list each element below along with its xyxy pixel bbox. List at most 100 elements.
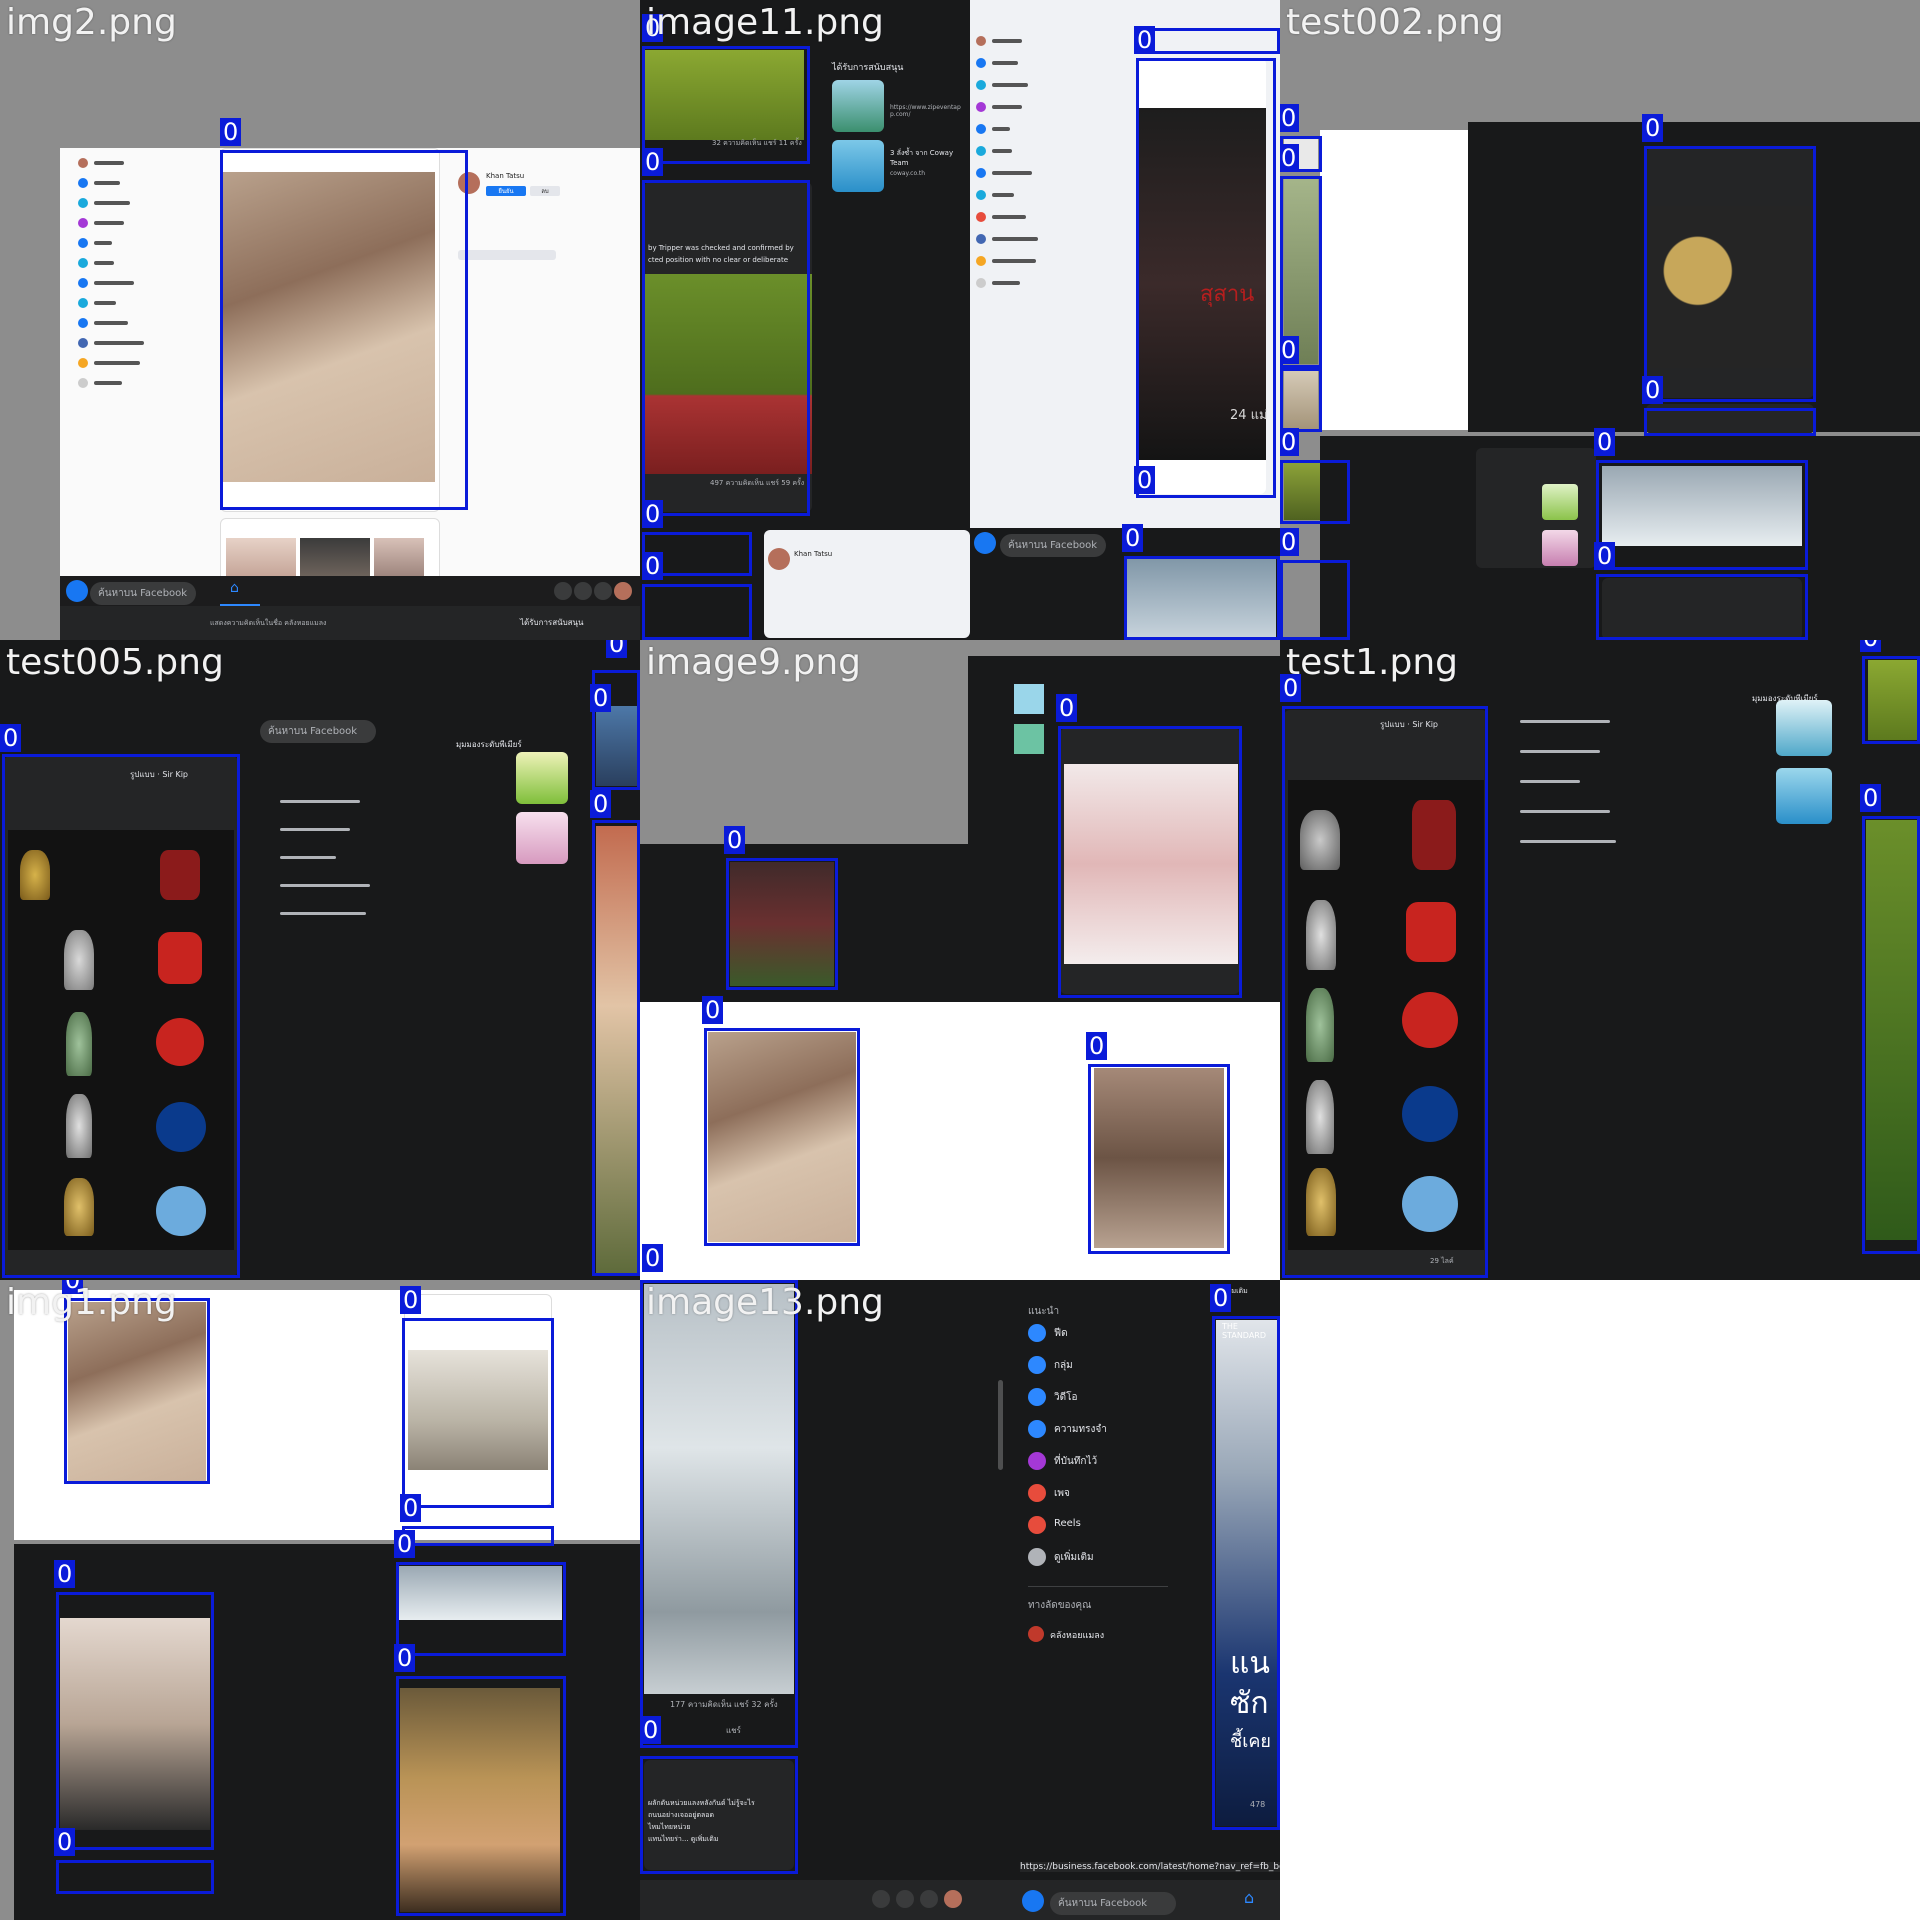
sidebar-item[interactable]: Reels (1028, 1516, 1178, 1536)
menu-item[interactable] (1520, 750, 1600, 753)
ad-image[interactable] (1776, 768, 1832, 824)
detection-box (1280, 460, 1350, 524)
sidebar-item[interactable]: เพจ (1028, 1484, 1178, 1504)
detection-box (402, 1526, 554, 1546)
sidebar-item-icon (1028, 1388, 1046, 1406)
dropdown[interactable] (458, 250, 556, 260)
detection-box (1136, 58, 1276, 498)
delete-button[interactable]: ลบ (530, 186, 560, 196)
sidebar-item-label: ที่บันทึกไว้ (1054, 1456, 1098, 1467)
menu-item[interactable] (280, 828, 350, 831)
menu-item[interactable] (280, 912, 366, 915)
detection-label: 0 (220, 118, 242, 146)
ad-image[interactable] (1542, 530, 1578, 566)
menu-item[interactable] (280, 856, 336, 859)
ad-image[interactable] (1014, 724, 1044, 754)
tile-test002: test002.png 0 0 0 0 0 0 0 0 0 (1280, 0, 1920, 640)
detection-box (1282, 706, 1488, 1278)
detection-label: 0 (590, 684, 612, 712)
sidebar-item-icon (1028, 1356, 1046, 1374)
tile-label: img1.png (6, 1282, 177, 1323)
home-icon[interactable]: ⌂ (230, 580, 239, 596)
detection-box (1596, 574, 1808, 640)
detection-label: 0 (642, 500, 664, 528)
ad-image[interactable] (1014, 684, 1044, 714)
menu-item[interactable] (280, 800, 360, 803)
detection-label: 0 (1210, 1284, 1232, 1312)
account-avatar[interactable] (614, 582, 632, 600)
search-input[interactable]: ค้นหาบน Facebook (260, 720, 376, 743)
friend-name: Khan Tatsu (794, 550, 833, 558)
sidebar-item-label: Reels (1054, 1518, 1081, 1529)
notification-icon[interactable] (920, 1890, 938, 1908)
detection-label: 0 (1860, 640, 1882, 652)
detection-box (2, 754, 240, 1278)
detection-box (1280, 560, 1350, 640)
sidebar-item-icon (1028, 1324, 1046, 1342)
ad-url[interactable]: https://www.zipeventap p.com/ (890, 104, 961, 118)
divider (1028, 1586, 1168, 1587)
ad-image[interactable] (832, 80, 884, 132)
menu-item[interactable] (280, 884, 370, 887)
menu-item[interactable] (1520, 720, 1610, 723)
detection-label: 0 (54, 1828, 76, 1856)
ad-image[interactable] (516, 812, 568, 864)
sidebar-item[interactable]: ฟีด (1028, 1324, 1178, 1344)
home-icon[interactable]: ⌂ (1244, 1888, 1254, 1907)
detection-label: 0 (1134, 466, 1156, 494)
ad-image[interactable] (1776, 700, 1832, 756)
facebook-logo[interactable] (66, 580, 88, 602)
detection-label: 0 (400, 1286, 422, 1314)
sidebar-item[interactable]: ที่บันทึกไว้ (1028, 1452, 1178, 1472)
detection-box (1058, 726, 1242, 998)
tile-img2: img2.png Khan Tatsu ยืนยัน ลบ ค้นหาบน Fa… (0, 0, 640, 640)
detection-label: 0 (1280, 336, 1300, 364)
sidebar-item[interactable]: ดูเพิ่มเติม (1028, 1548, 1178, 1568)
sidebar-item-icon (1028, 1420, 1046, 1438)
scrollbar[interactable] (998, 1380, 1003, 1470)
sponsor-card (1476, 448, 1596, 568)
tile-image13: image13.png 177 ความคิดเห็น แชร์ 32 ครั้… (640, 1280, 1280, 1920)
ad-title[interactable]: 3 ลั่งซ้ำ จาก Coway Team (890, 148, 960, 167)
messenger-icon[interactable] (896, 1890, 914, 1908)
detection-box (1136, 28, 1280, 54)
sidebar-item[interactable]: กลุ่ม (1028, 1356, 1178, 1376)
shortcut-icon (1028, 1626, 1044, 1642)
status-url: https://business.facebook.com/latest/hom… (1020, 1862, 1280, 1872)
sidebar-item-label: ความทรงจำ (1054, 1424, 1107, 1435)
comment-hint: แสดงความคิดเห็นในชื่อ คลังหอยแมลง (210, 619, 327, 627)
notification-icon[interactable] (594, 582, 612, 600)
avatar (768, 548, 790, 570)
left-sidebar (78, 158, 198, 578)
facebook-logo[interactable] (1022, 1890, 1044, 1912)
search-input[interactable]: ค้นหาบน Facebook (1000, 534, 1106, 557)
ad-image[interactable] (516, 752, 568, 804)
friend-name: Khan Tatsu (486, 172, 525, 180)
tile-label: image9.png (646, 642, 861, 683)
sidebar-item[interactable]: ความทรงจำ (1028, 1420, 1178, 1440)
ad-image[interactable] (832, 140, 884, 192)
detection-box (56, 1860, 214, 1894)
detection-box (396, 1676, 566, 1916)
detection-label: 0 (394, 1530, 416, 1558)
menu-item[interactable] (1520, 840, 1616, 843)
detection-label: 0 (1280, 428, 1300, 456)
menu-item[interactable] (1520, 810, 1610, 813)
search-input[interactable]: ค้นหาบน Facebook (1050, 1892, 1176, 1915)
sidebar-item[interactable]: วิดีโอ (1028, 1388, 1178, 1408)
detection-box (1280, 368, 1322, 432)
account-avatar[interactable] (944, 1890, 962, 1908)
facebook-logo[interactable] (974, 532, 996, 554)
ad-image[interactable] (1542, 484, 1578, 520)
shortcut-item[interactable]: คลังหอยแมลง (1050, 1628, 1104, 1642)
accept-button[interactable]: ยืนยัน (486, 186, 526, 196)
messenger-icon[interactable] (574, 582, 592, 600)
search-input[interactable]: ค้นหาบน Facebook (90, 582, 196, 605)
suggest-heading: มุมมองระดับพีเมียร์ (456, 740, 522, 749)
menu-item[interactable] (1520, 780, 1580, 783)
menu-icon[interactable] (872, 1890, 890, 1908)
detection-label: 0 (590, 790, 612, 818)
menu-icon[interactable] (554, 582, 572, 600)
detection-label: 0 (394, 1644, 416, 1672)
detection-label: 0 (642, 552, 664, 580)
